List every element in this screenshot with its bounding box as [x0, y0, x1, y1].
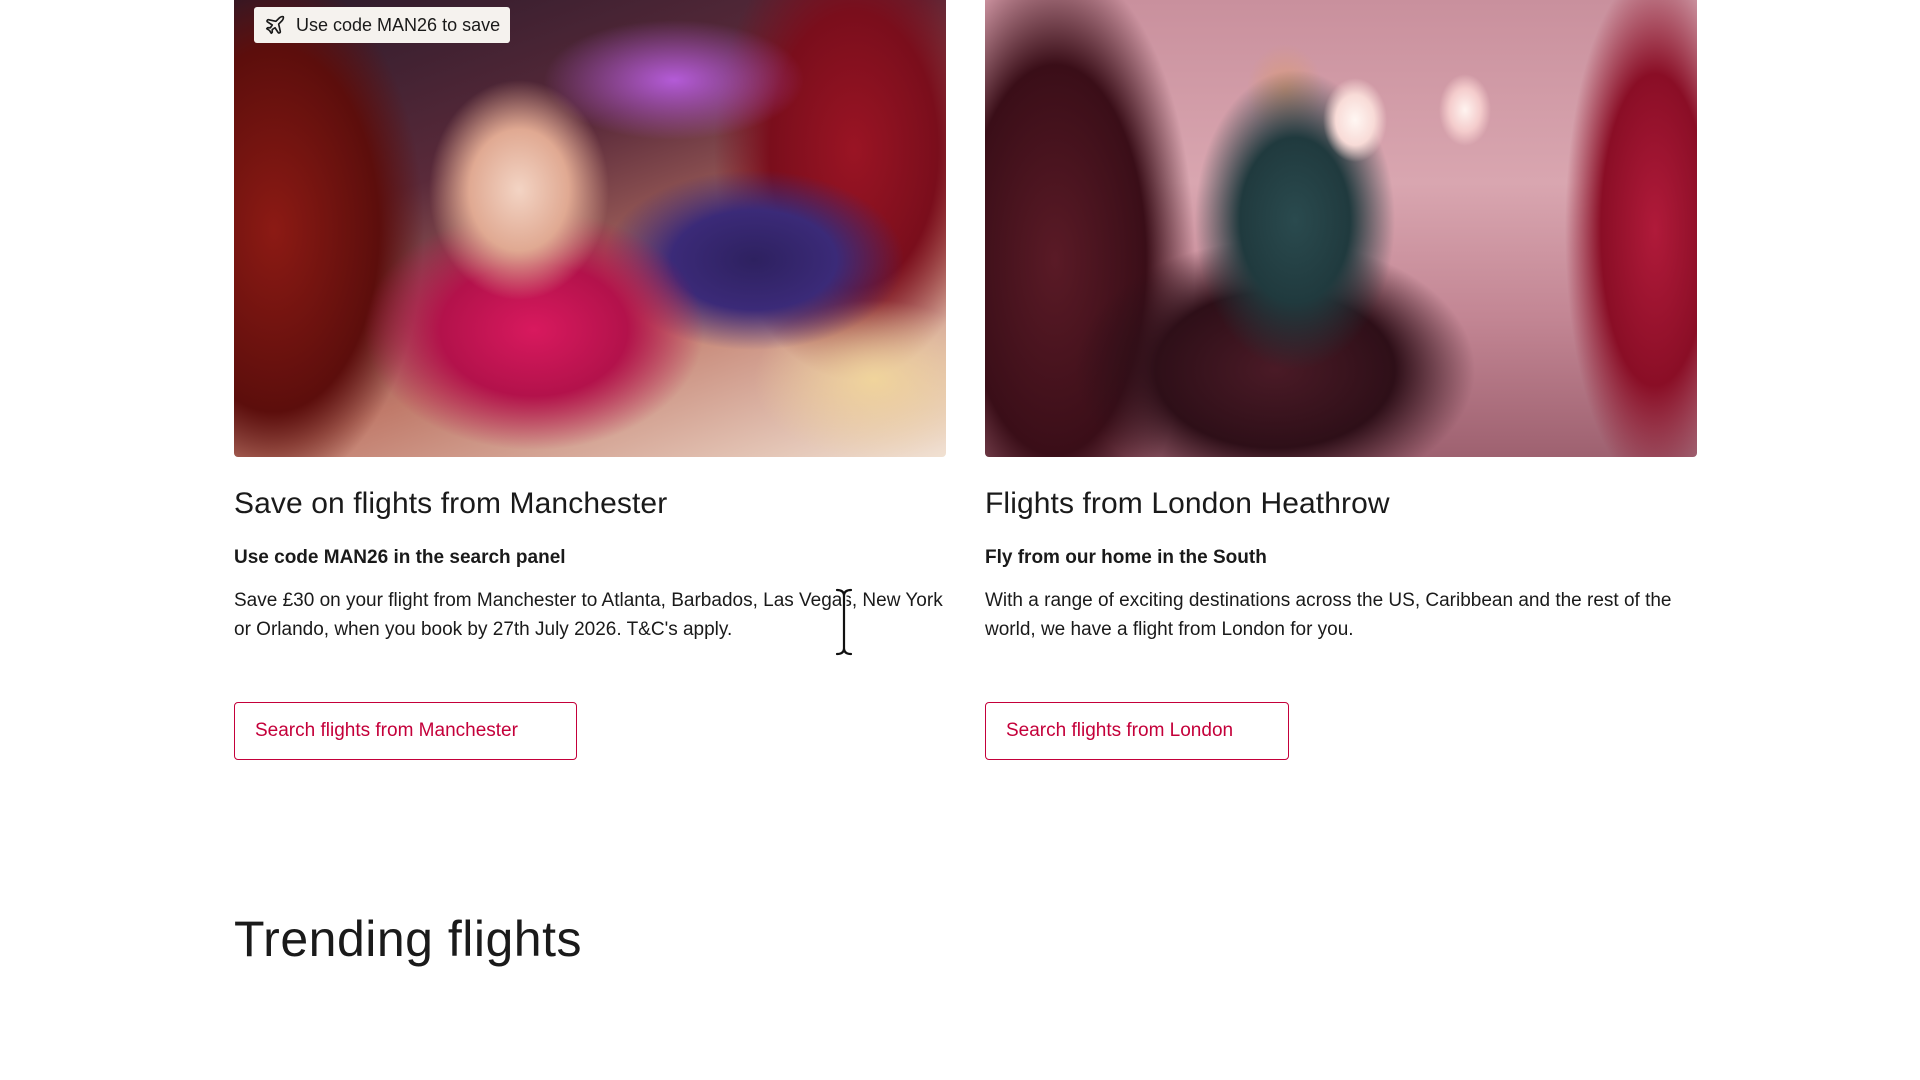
promo-code-badge: Use code MAN26 to save: [254, 7, 511, 43]
manchester-offer-image[interactable]: Use code MAN26 to save: [234, 0, 946, 457]
plane-icon: [264, 14, 286, 36]
card-body: With a range of exciting destinations ac…: [985, 590, 1672, 640]
manchester-offer-card: Use code MAN26 to save Save on flights f…: [234, 0, 946, 644]
card-subtitle: Fly from our home in the South: [985, 547, 1267, 568]
heathrow-card: Flights from London Heathrow Fly from ou…: [985, 0, 1697, 644]
promo-code-text: Use code MAN26 to save: [296, 14, 501, 35]
card-subtitle: Use code MAN26 in the search panel: [234, 547, 566, 568]
search-flights-manchester-button[interactable]: Search flights from Manchester: [234, 702, 577, 760]
card-title: Flights from London Heathrow: [985, 487, 1390, 520]
heathrow-image[interactable]: [985, 0, 1697, 457]
trending-flights-heading: Trending flights: [234, 911, 582, 967]
text-cursor-icon: [834, 587, 854, 657]
search-flights-london-button[interactable]: Search flights from London: [985, 702, 1289, 760]
page: Use code MAN26 to save Save on flights f…: [0, 0, 1920, 1080]
card-title: Save on flights from Manchester: [234, 487, 668, 520]
